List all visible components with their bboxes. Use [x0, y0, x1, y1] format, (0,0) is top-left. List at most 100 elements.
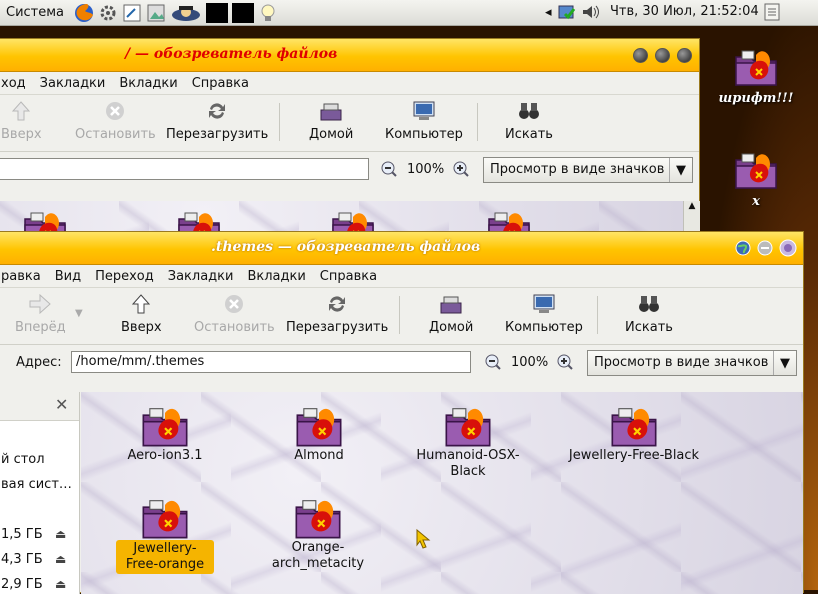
editor-icon[interactable]	[122, 3, 142, 23]
close-button[interactable]	[677, 48, 692, 63]
computer-icon	[385, 99, 463, 123]
maximize-button[interactable]	[655, 48, 670, 63]
folder-icon	[139, 496, 191, 540]
file-item[interactable]: Jewellery-Free-Black	[559, 404, 709, 464]
sidebar-item-volume-2[interactable]: 4,3 ГБ	[1, 552, 43, 567]
zoom-out-icon[interactable]	[381, 161, 397, 177]
eject-icon[interactable]: ⏏	[55, 577, 66, 591]
reload-button[interactable]: Перезагрузить	[166, 99, 268, 142]
dropdown-arrow-icon: ▼	[773, 351, 796, 375]
toolbar: Вперёд ▼ Вверх Остановить Перезагрузить …	[0, 288, 803, 345]
stop-button[interactable]: Остановить	[194, 292, 275, 335]
pirate-icon[interactable]	[170, 3, 202, 23]
computer-label: Компьютер	[385, 127, 463, 142]
window-titlebar[interactable]: .themes — обозреватель файлов	[0, 232, 803, 265]
up-button[interactable]: Вверх	[1, 99, 42, 142]
location-input[interactable]: /home/mm/.themes	[71, 351, 471, 373]
file-label: Almond	[294, 448, 344, 463]
zoom-in-icon[interactable]	[557, 354, 573, 370]
computer-button[interactable]: Компьютер	[385, 99, 463, 142]
menu-help[interactable]: Справка	[320, 269, 377, 284]
view-mode-select[interactable]: Просмотр в виде значков ▼	[587, 350, 797, 376]
notes-icon[interactable]	[762, 2, 782, 22]
minimize-button[interactable]	[633, 48, 648, 63]
volume-icon[interactable]	[580, 2, 600, 22]
folder-icon	[732, 150, 780, 190]
window-titlebar[interactable]: / — обозреватель файлов	[0, 39, 699, 72]
taskbar-window-2[interactable]	[232, 2, 255, 23]
reload-label: Перезагрузить	[166, 127, 269, 142]
scroll-up-icon[interactable]: ▲	[684, 201, 700, 211]
menu-view[interactable]: Вид	[55, 269, 81, 284]
menu-tabs[interactable]: Вкладки	[247, 269, 305, 284]
file-label: Aero-ion3.1	[127, 448, 203, 463]
view-mode-select[interactable]: Просмотр в виде значков ▼	[483, 157, 693, 183]
stop-label: Остановить	[194, 320, 275, 335]
minimize-button[interactable]	[757, 240, 773, 256]
desktop-icon-fonts[interactable]: шрифт!!!	[706, 47, 806, 106]
menu-edit[interactable]: равка	[1, 269, 41, 284]
zoom-level: 100%	[511, 355, 549, 370]
clock[interactable]: Чтв, 30 Июл, 21:52:04	[610, 4, 759, 19]
zoom-in-icon[interactable]	[453, 161, 469, 177]
sidebar-item-desktop[interactable]: й стол	[1, 452, 45, 467]
mouse-cursor-icon	[416, 528, 431, 549]
update-icon[interactable]	[557, 2, 577, 22]
firefox-icon[interactable]	[74, 3, 94, 23]
icon-view: Aero-ion3.1 Almond Humanoid-OSX-Black Je…	[81, 392, 803, 594]
location-input[interactable]	[0, 158, 369, 180]
reload-label: Перезагрузить	[286, 320, 389, 335]
file-item[interactable]: Humanoid-OSX-Black	[413, 404, 523, 480]
home-button[interactable]: Домой	[309, 99, 353, 142]
search-button[interactable]: Искать	[625, 292, 673, 335]
menu-go[interactable]: ход	[1, 76, 26, 91]
forward-label: Вперёд	[15, 320, 66, 335]
sidebar-item-filesystem[interactable]: вая сист…	[1, 477, 72, 492]
eject-icon[interactable]: ⏏	[55, 527, 66, 541]
zoom-out-icon[interactable]	[485, 354, 501, 370]
desktop-icon-label: x	[752, 194, 760, 209]
up-button[interactable]: Вверх	[121, 292, 162, 335]
close-sidepane-icon[interactable]: ✕	[55, 395, 68, 414]
binoculars-icon	[625, 292, 673, 316]
folder-icon	[442, 404, 494, 448]
computer-label: Компьютер	[505, 320, 583, 335]
settings-icon[interactable]	[98, 3, 118, 23]
file-item-selected[interactable]: Jewellery-Free-orange	[105, 496, 225, 574]
stop-icon	[194, 292, 275, 316]
close-button[interactable]	[779, 239, 797, 257]
forward-button[interactable]: Вперёд	[15, 292, 66, 335]
globe-icon[interactable]	[735, 240, 751, 256]
taskbar-window-1[interactable]	[206, 2, 229, 23]
home-button[interactable]: Домой	[429, 292, 473, 335]
search-label: Искать	[505, 127, 553, 142]
home-icon	[309, 99, 353, 123]
menu-tabs[interactable]: Вкладки	[119, 76, 177, 91]
menubar: ход Закладки Вкладки Справка	[0, 72, 699, 95]
system-menu[interactable]: Система	[0, 5, 72, 20]
desktop-icon-label: шрифт!!!	[718, 91, 794, 106]
reload-button[interactable]: Перезагрузить	[286, 292, 388, 335]
up-label: Вверх	[1, 127, 42, 142]
desktop-icon-x[interactable]: x	[706, 150, 806, 209]
file-item[interactable]: Orange-arch_metacity	[263, 496, 373, 572]
toolbar-separator	[597, 296, 598, 334]
menu-bookmarks[interactable]: Закладки	[168, 269, 234, 284]
sidebar-item-volume-1[interactable]: 1,5 ГБ	[1, 527, 43, 542]
file-item[interactable]: Aero-ion3.1	[105, 404, 225, 464]
stop-icon	[75, 99, 156, 123]
up-arrow-icon	[121, 292, 162, 316]
eject-icon[interactable]: ⏏	[55, 552, 66, 566]
bulb-icon[interactable]	[258, 3, 278, 23]
computer-button[interactable]: Компьютер	[505, 292, 583, 335]
screenshot-icon[interactable]	[146, 3, 166, 23]
forward-history-dropdown-icon[interactable]: ▼	[75, 308, 83, 319]
menu-go[interactable]: Переход	[95, 269, 154, 284]
stop-button[interactable]: Остановить	[75, 99, 156, 142]
tray-arrow-icon[interactable]: ◂	[545, 5, 552, 20]
menu-help[interactable]: Справка	[192, 76, 249, 91]
file-browser-themes-window: .themes — обозреватель файлов равка Вид …	[0, 231, 804, 594]
search-button[interactable]: Искать	[505, 99, 553, 142]
file-item[interactable]: Almond	[259, 404, 379, 464]
menu-bookmarks[interactable]: Закладки	[40, 76, 106, 91]
